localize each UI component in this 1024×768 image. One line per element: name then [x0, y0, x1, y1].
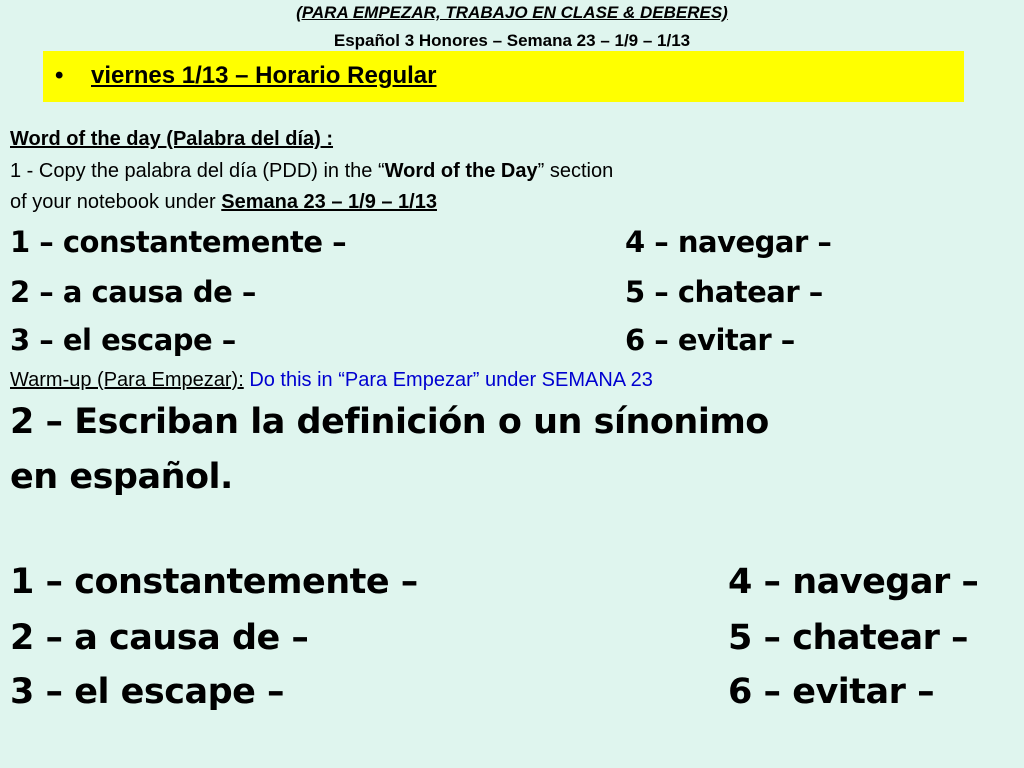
vocab-item-1-small: 1 – constantemente – — [10, 225, 347, 259]
warmup-label: Warm-up (Para Empezar): — [10, 369, 244, 391]
word-of-day-step1: 1 - Copy the palabra del día (PDD) in th… — [10, 157, 613, 185]
warmup-instruction: Do this in “Para Empezar” under SEMANA 2… — [249, 369, 653, 391]
prompt-line1: 2 – Escriban la definición o un sínonimo — [10, 402, 769, 442]
header-section-title: (PARA EMPEZAR, TRABAJO EN CLASE & DEBERE… — [296, 3, 728, 22]
step2-week-ref: Semana 23 – 1/9 – 1/13 — [221, 191, 437, 213]
prompt-line2: en español. — [10, 457, 233, 497]
slide: (PARA EMPEZAR, TRABAJO EN CLASE & DEBERE… — [0, 0, 1024, 768]
vocab-item-5-large: 5 – chatear – — [728, 618, 969, 658]
header-course-week: Español 3 Honores – Semana 23 – 1/9 – 1/… — [333, 31, 691, 50]
word-of-day-title: Word of the day (Palabra del día) : — [10, 128, 334, 150]
warmup-line: Warm-up (Para Empezar): Do this in “Para… — [10, 366, 653, 394]
agenda-item: • viernes 1/13 – Horario Regular — [55, 58, 437, 94]
vocab-item-3-large: 3 – el escape – — [10, 672, 285, 712]
step1-prefix: 1 - Copy the palabra del día (PDD) in th… — [10, 160, 385, 182]
vocab-item-5-small: 5 – chatear – — [625, 275, 823, 309]
agenda-item-text: viernes 1/13 – Horario Regular — [91, 62, 437, 89]
step1-bold: Word of the Day — [384, 160, 538, 182]
step2-prefix: of your notebook under — [10, 191, 222, 213]
vocab-item-2-small: 2 – a causa de – — [10, 275, 256, 309]
word-of-day-step2: of your notebook under Semana 23 – 1/9 –… — [10, 188, 437, 216]
vocab-item-6-large: 6 – evitar – — [728, 672, 935, 712]
vocab-item-3-small: 3 – el escape – — [10, 323, 236, 357]
step1-suffix: ” section — [537, 160, 614, 182]
bullet-icon: • — [55, 62, 64, 89]
vocab-item-2-large: 2 – a causa de – — [10, 618, 309, 658]
vocab-item-1-large: 1 – constantemente – — [10, 562, 418, 602]
vocab-item-6-small: 6 – evitar – — [625, 323, 795, 357]
vocab-item-4-large: 4 – navegar – — [728, 562, 979, 602]
vocab-item-4-small: 4 – navegar – — [625, 225, 832, 259]
